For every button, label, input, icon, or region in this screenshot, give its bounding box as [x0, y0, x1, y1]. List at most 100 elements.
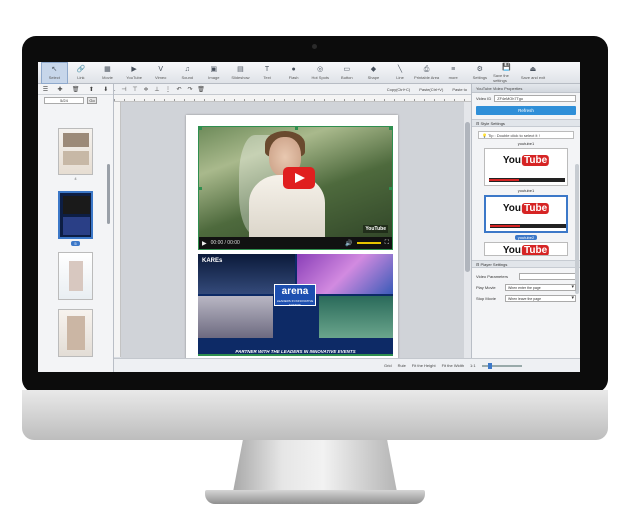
- page-thumbnail-selected[interactable]: [58, 191, 93, 239]
- move-down-icon[interactable]: ⬇: [103, 86, 108, 93]
- align-right-icon[interactable]: ⊣: [120, 86, 128, 93]
- tool-label: Save and exit: [520, 75, 546, 80]
- play-small-icon[interactable]: ▶: [202, 240, 207, 247]
- tool-printable-area[interactable]: ⎙ Printable Area: [413, 62, 440, 84]
- video-controls: ▶ 00:00 / 00:00 🔊 ⛶: [199, 237, 392, 249]
- tool-label: YouTube: [126, 75, 142, 80]
- stop-movie-select[interactable]: When leave the page: [505, 295, 576, 302]
- style-option[interactable]: You Tube: [484, 242, 568, 256]
- tool-slideshow[interactable]: ▤ Slideshow: [227, 62, 254, 84]
- thumbnail-label: 4: [74, 176, 77, 181]
- gear-icon: ⚙: [476, 66, 483, 73]
- page-thumbnail[interactable]: [58, 252, 93, 300]
- style-option[interactable]: You Tube: [484, 148, 568, 186]
- arena-advertisement: KAREs arena LEADERS IN INNOVATIVE EVENTS …: [198, 254, 393, 356]
- page-number-input[interactable]: 5/24: [44, 97, 84, 104]
- tool-label: Printable Area: [414, 75, 440, 80]
- fullscreen-icon[interactable]: ⛶: [385, 240, 389, 247]
- tool-settings[interactable]: ⚙ Settings: [467, 62, 494, 84]
- play-movie-label: Play Movie: [476, 285, 496, 290]
- fit-width-button[interactable]: Fit the Width: [442, 363, 464, 368]
- youtube-video-player[interactable]: YouTube ▶ 00:00 / 00:00 🔊 ⛶: [198, 126, 393, 250]
- player-settings-header[interactable]: ⊟ Player Settings: [472, 260, 580, 268]
- page-thumbnail[interactable]: [58, 309, 93, 357]
- align-bottom-icon[interactable]: ⊥: [153, 86, 161, 93]
- tool-label: Link: [77, 75, 85, 80]
- style-scrollbar[interactable]: [575, 164, 579, 294]
- volume-icon[interactable]: 🔊: [345, 240, 352, 247]
- tool-label: Vimeo: [155, 75, 167, 80]
- youtube-logo-icon: You Tube: [502, 245, 550, 256]
- paste-to-button[interactable]: Paste to: [452, 87, 467, 92]
- tool-movie[interactable]: ▦ Movie: [94, 62, 121, 84]
- tool-sound[interactable]: ♫ Sound: [174, 62, 201, 84]
- tool-label: Save the settings: [493, 72, 509, 83]
- tool-select[interactable]: ↖ Select: [41, 62, 68, 84]
- list-icon[interactable]: ☰: [43, 86, 48, 93]
- pages-scrollbar[interactable]: [107, 164, 110, 224]
- delete-page-icon[interactable]: 🗑: [72, 86, 80, 93]
- play-icon[interactable]: [283, 167, 315, 189]
- video-params-label: Video Parameters: [476, 274, 508, 279]
- editor-canvas[interactable]: YouTube ▶ 00:00 / 00:00 🔊 ⛶ KAREs arena …: [121, 102, 471, 360]
- tool-label: Flash: [288, 75, 299, 80]
- page-navigator: 5/24 Go: [38, 95, 113, 106]
- save-exit-icon: ⏏: [529, 66, 537, 73]
- rule-toggle[interactable]: Rule: [398, 363, 406, 368]
- align-top-icon[interactable]: ⊤: [131, 86, 139, 93]
- link-icon: 🔗: [76, 66, 86, 73]
- tool-label: Text: [263, 75, 271, 80]
- style-label-selected: youtube2: [472, 235, 580, 240]
- video-params-row: Video Parameters: [472, 271, 580, 282]
- button-icon: ▭: [343, 66, 351, 73]
- properties-title: YouTube Video Properties: [472, 84, 580, 93]
- tool-save-and-exit[interactable]: ⏏ Save and exit: [520, 62, 547, 84]
- tool-link[interactable]: 🔗 Link: [68, 62, 95, 84]
- style-settings-header[interactable]: ⊟ Style Settings: [472, 119, 580, 127]
- video-params-input[interactable]: [519, 273, 576, 280]
- monitor-chin: [22, 390, 608, 440]
- add-page-icon[interactable]: ✚: [57, 86, 62, 93]
- video-time: 00:00 / 00:00: [210, 240, 240, 246]
- fit-height-button[interactable]: Fit the Height: [412, 363, 436, 368]
- zoom-slider[interactable]: [481, 362, 522, 369]
- redo-icon[interactable]: ↷: [186, 86, 194, 93]
- paste-button[interactable]: Paste(Ctrl+V): [419, 87, 443, 92]
- style-option-selected[interactable]: You Tube: [484, 195, 568, 233]
- app-screen: ↖ Select 🔗 Link ▦ Movie ▶ YouTube V Vimeo ♫ Sound ▣ I…: [38, 62, 580, 372]
- tool-line[interactable]: ╲ Line: [387, 62, 414, 84]
- go-button[interactable]: Go: [87, 97, 97, 104]
- tip-text: 💡 Tip : Double click to select it !: [478, 131, 574, 139]
- printer-icon: ⎙: [423, 66, 430, 73]
- stop-movie-row: Stop Movie When leave the page: [472, 293, 580, 304]
- undo-icon[interactable]: ↶: [175, 86, 183, 93]
- page-preview[interactable]: YouTube ▶ 00:00 / 00:00 🔊 ⛶ KAREs arena …: [186, 115, 398, 360]
- tool-more[interactable]: ≡ more: [440, 62, 467, 84]
- music-icon: ♫: [184, 66, 190, 73]
- tool-shape[interactable]: ◆ Shape: [360, 62, 387, 84]
- canvas-scrollbar[interactable]: [464, 102, 471, 358]
- tool-text[interactable]: T Text: [254, 62, 281, 84]
- save-icon: 💾: [502, 63, 511, 71]
- refresh-button[interactable]: Refresh: [476, 106, 576, 115]
- tool-image[interactable]: ▣ Image: [201, 62, 228, 84]
- page-thumbnail[interactable]: [58, 128, 93, 175]
- move-up-icon[interactable]: ⬆: [89, 86, 94, 93]
- tool-label: Settings: [472, 75, 488, 80]
- tool-flash[interactable]: ● Flash: [280, 62, 307, 84]
- play-movie-select[interactable]: When enter the page: [505, 284, 576, 291]
- shape-icon: ◆: [370, 66, 377, 73]
- video-id-input[interactable]: ZF4eMOh7Tgo: [494, 95, 576, 102]
- align-middle-icon[interactable]: ≑: [142, 86, 150, 93]
- delete-icon[interactable]: 🗑: [197, 86, 205, 93]
- volume-slider[interactable]: [356, 242, 381, 244]
- tool-vimeo[interactable]: V Vimeo: [147, 62, 174, 84]
- tool-button[interactable]: ▭ Button: [334, 62, 361, 84]
- zoom-level[interactable]: 1:1: [470, 363, 476, 368]
- copy-button[interactable]: Copy(Ctrl+C): [387, 87, 410, 92]
- distribute-icon[interactable]: ⋮: [164, 86, 172, 93]
- grid-toggle[interactable]: Grid: [384, 363, 392, 368]
- tool-youtube[interactable]: ▶ YouTube: [121, 62, 148, 84]
- tool-hot-spots[interactable]: ◎ Hot Spots: [307, 62, 334, 84]
- tool-save-the-settings[interactable]: 💾 Save the settings: [493, 62, 520, 84]
